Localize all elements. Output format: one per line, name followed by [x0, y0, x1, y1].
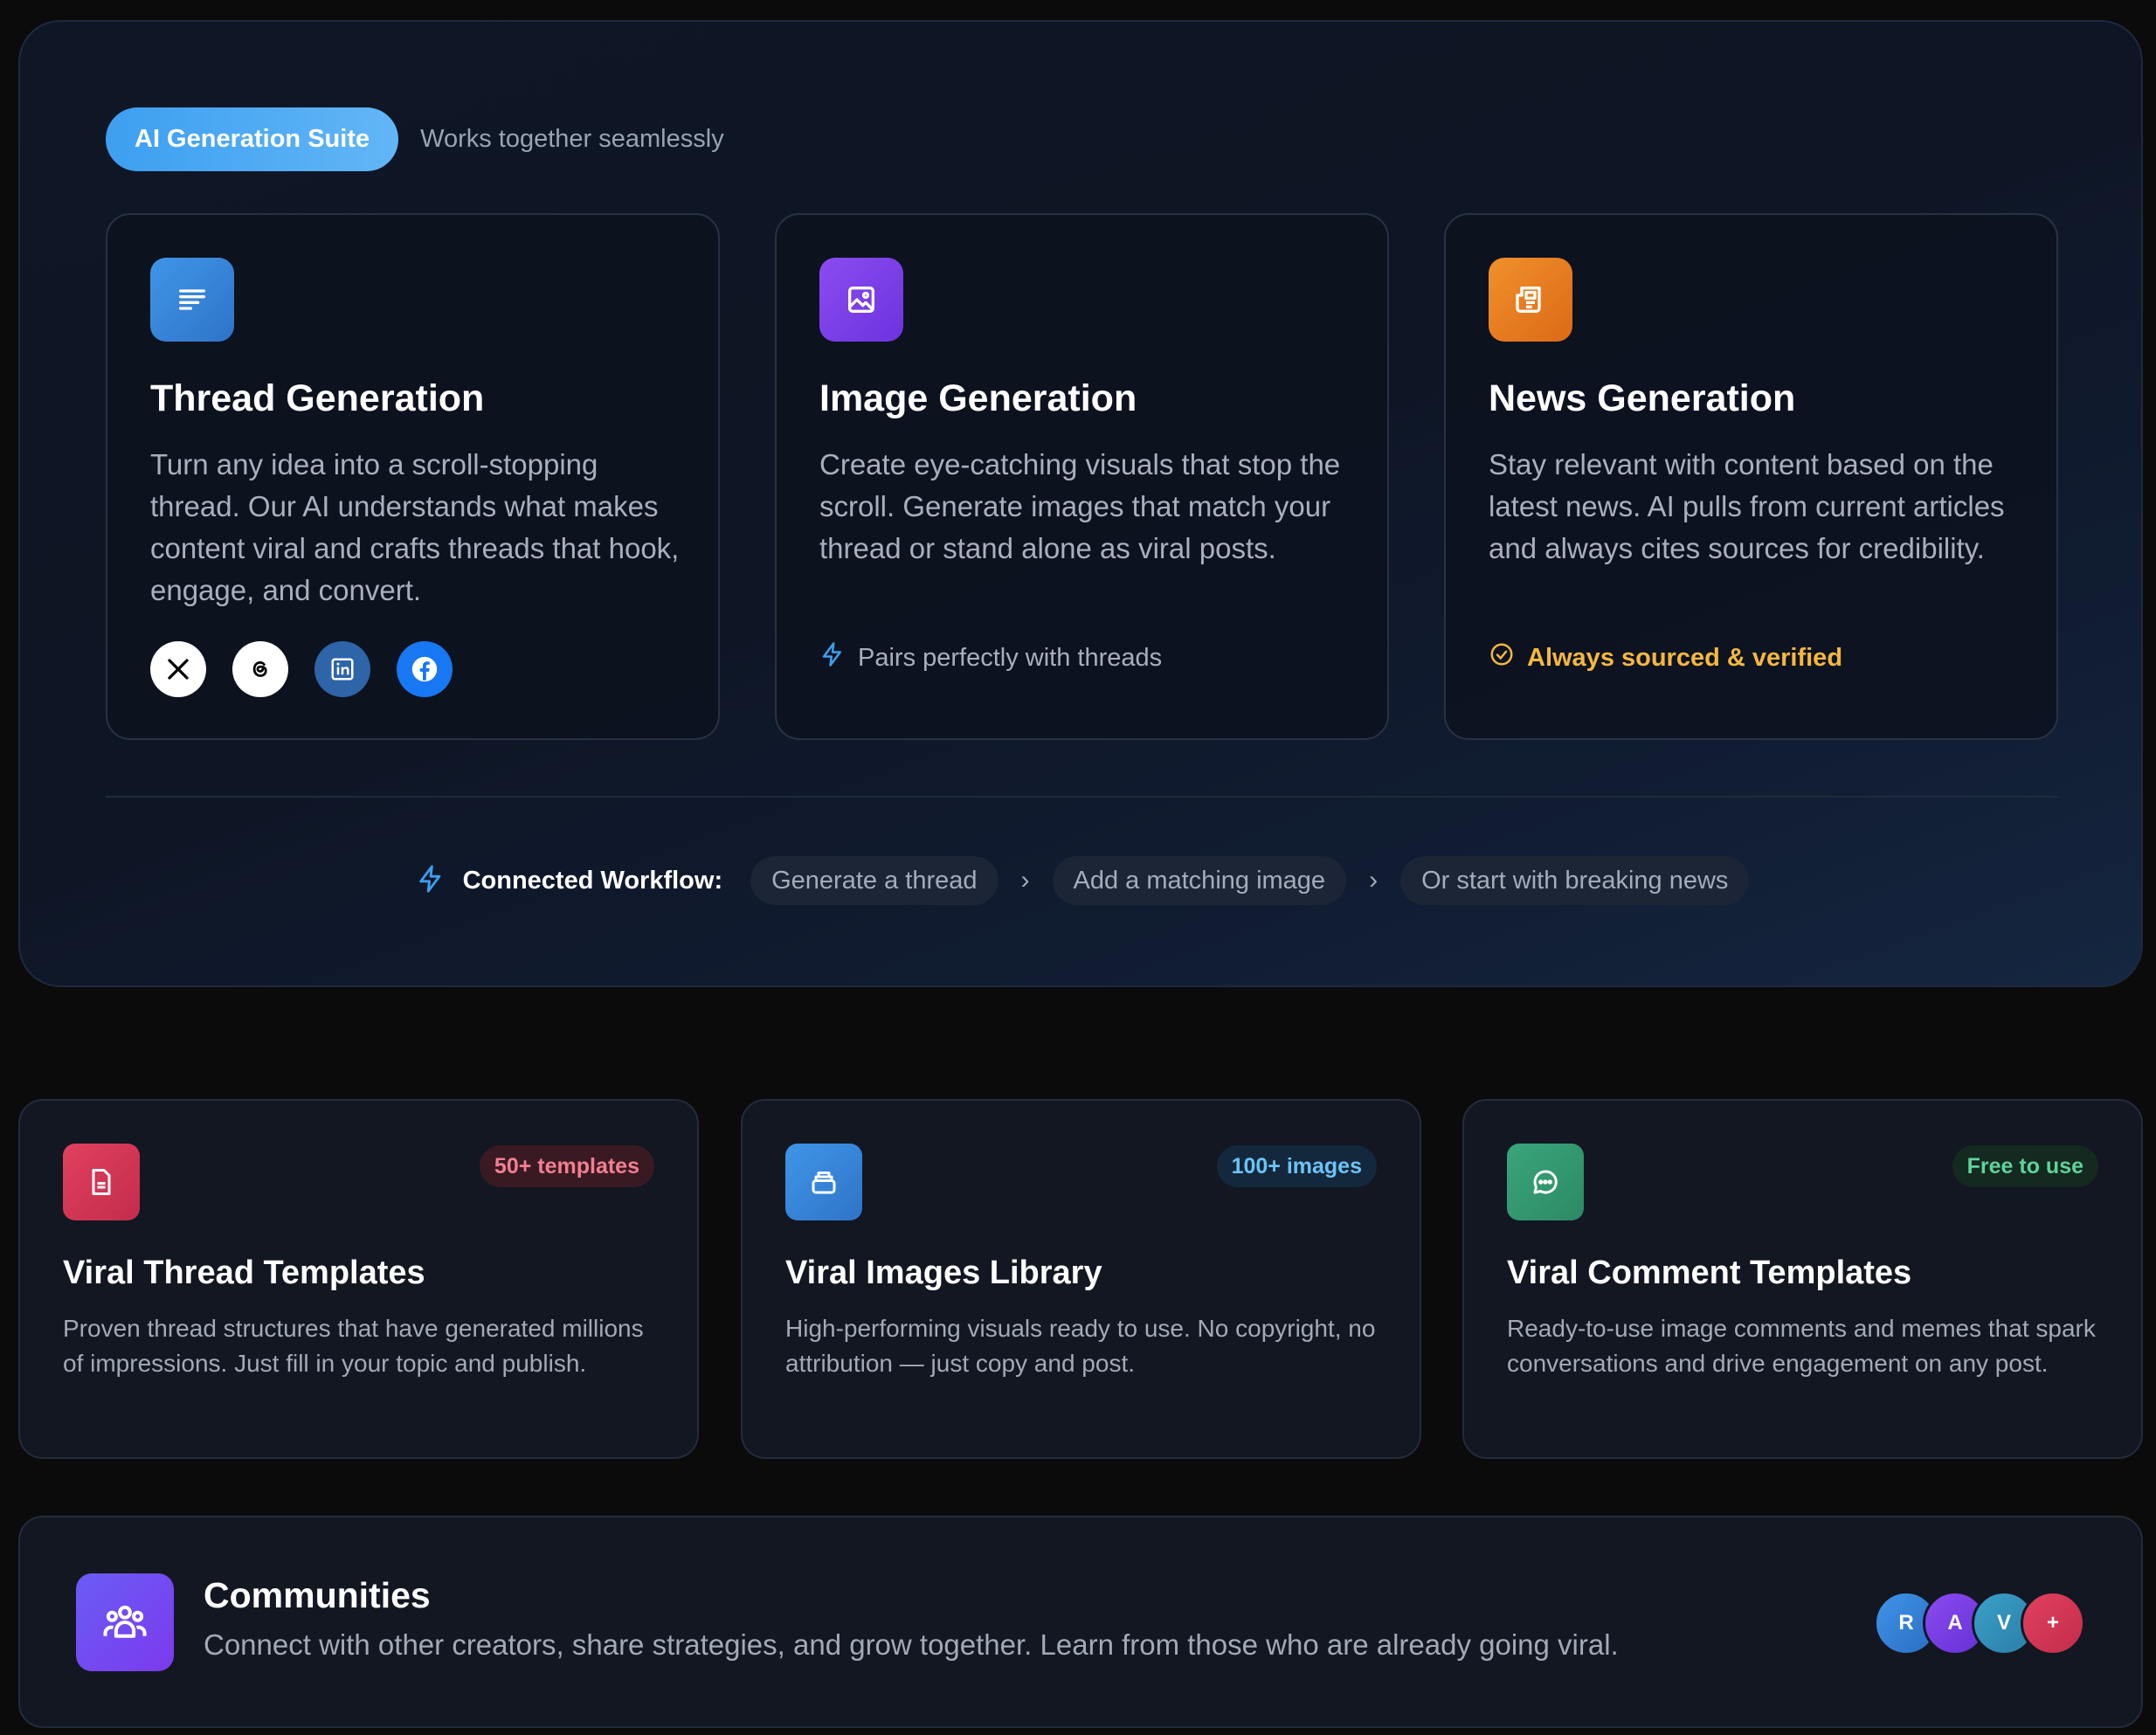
card-title: News Generation [1489, 377, 1796, 419]
connected-workflow: Connected Workflow: Generate a thread › … [20, 856, 2141, 905]
card-title: Thread Generation [150, 377, 485, 419]
ai-generation-suite-pill[interactable]: AI Generation Suite [106, 107, 399, 171]
workflow-step[interactable]: Generate a thread [750, 856, 999, 905]
avatar: + [2021, 1591, 2085, 1656]
card-description: Create eye-catching visuals that stop th… [819, 448, 1341, 564]
footer-text: Always sourced & verified [1527, 643, 1843, 672]
card-title: Viral Images Library [785, 1255, 1102, 1291]
document-icon [63, 1144, 140, 1220]
stack-icon [785, 1144, 862, 1220]
card-title: Viral Comment Templates [1507, 1255, 1912, 1291]
card-footer: Always sourced & verified [1489, 641, 1842, 674]
image-generation-card[interactable]: Image Generation Create eye-catching vis… [775, 213, 1389, 740]
chevron-right-icon: › [1020, 866, 1030, 895]
card-footer: Pairs perfectly with threads [819, 641, 1162, 674]
check-circle-icon [1489, 641, 1515, 674]
thread-generation-card[interactable]: Thread Generation Turn any idea into a s… [106, 213, 720, 740]
card-description: Turn any idea into a scroll-stopping thr… [150, 448, 680, 606]
communities-card[interactable]: Communities Connect with other creators,… [18, 1516, 2143, 1728]
workflow-step[interactable]: Add a matching image [1052, 856, 1347, 905]
workflow-step[interactable]: Or start with breaking news [1400, 856, 1750, 905]
lines-icon [150, 258, 234, 342]
image-icon [819, 258, 903, 342]
viral-comment-templates-card[interactable]: Free to use Viral Comment Templates Read… [1462, 1099, 2143, 1459]
community-description: Connect with other creators, share strat… [204, 1628, 1619, 1661]
status-badge: Free to use [1952, 1145, 2098, 1187]
newspaper-icon [1489, 258, 1572, 342]
linkedin-icon[interactable] [314, 641, 370, 697]
footer-text: Pairs perfectly with threads [858, 643, 1163, 672]
viral-thread-templates-card[interactable]: 50+ templates Viral Thread Templates Pro… [18, 1099, 699, 1459]
card-description: Stay relevant with content based on the … [1489, 448, 2005, 564]
count-badge: 100+ images [1216, 1145, 1377, 1187]
avatar-group: R A V + [1874, 1591, 2085, 1656]
community-title: Communities [204, 1575, 431, 1615]
card-description: High-performing visuals ready to use. No… [785, 1315, 1376, 1377]
suite-header: AI Generation Suite Works together seaml… [106, 107, 724, 171]
workflow-label: Connected Workflow: [462, 866, 723, 895]
viral-images-library-card[interactable]: 100+ images Viral Images Library High-pe… [741, 1099, 1421, 1459]
news-generation-card[interactable]: News Generation Stay relevant with conte… [1444, 213, 2058, 740]
x-icon[interactable] [150, 641, 206, 697]
social-platforms [150, 641, 466, 697]
users-icon [76, 1573, 174, 1671]
card-description: Proven thread structures that have gener… [63, 1315, 644, 1377]
count-badge: 50+ templates [479, 1145, 654, 1187]
lightning-icon [819, 641, 846, 674]
facebook-icon[interactable] [397, 641, 453, 697]
lightning-icon [416, 864, 446, 898]
divider [106, 796, 2059, 798]
card-title: Image Generation [819, 377, 1137, 419]
suite-subtitle: Works together seamlessly [420, 125, 724, 153]
card-title: Viral Thread Templates [63, 1255, 425, 1291]
card-description: Ready-to-use image comments and memes th… [1507, 1315, 2096, 1377]
ai-generation-suite-panel: AI Generation Suite Works together seaml… [18, 20, 2143, 987]
threads-icon[interactable] [232, 641, 288, 697]
chat-bubble-icon [1507, 1144, 1584, 1220]
chevron-right-icon: › [1369, 866, 1379, 895]
